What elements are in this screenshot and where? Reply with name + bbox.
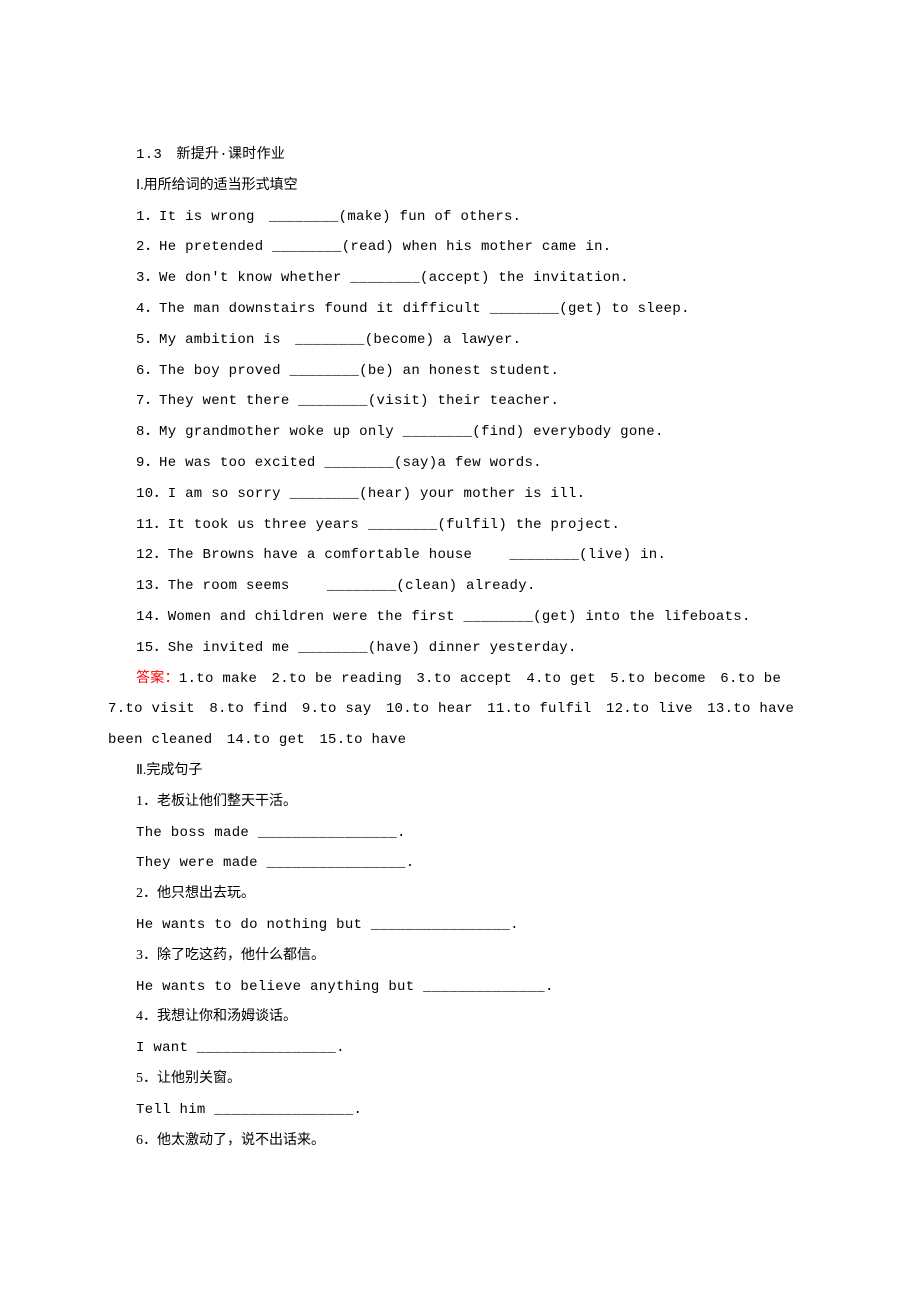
s1-q3: 3．We don't know whether ________(accept)… — [108, 263, 812, 294]
s1-q9: 9．He was too excited ________(say)a few … — [108, 448, 812, 479]
s1-q15: 15．She invited me ________(have) dinner … — [108, 633, 812, 664]
s1-q8: 8．My grandmother woke up only ________(f… — [108, 417, 812, 448]
s2-q1-zh: 1．老板让他们整天干活。 — [108, 787, 812, 818]
s2-q2-zh: 2．他只想出去玩。 — [108, 879, 812, 910]
answer-label: 答案： — [136, 671, 179, 687]
answer-text-3: been cleaned 14.to get 15.to have — [108, 725, 812, 756]
s1-q10: 10．I am so sorry ________(hear) your mot… — [108, 479, 812, 510]
s2-q3-en: He wants to believe anything but _______… — [108, 972, 812, 1003]
s1-q11: 11．It took us three years ________(fulfi… — [108, 510, 812, 541]
s1-q1: 1．It is wrong ________(make) fun of othe… — [108, 202, 812, 233]
answer-text-2: 7.to visit 8.to find 9.to say 10.to hear… — [108, 694, 812, 725]
s2-q4-zh: 4．我想让你和汤姆谈话。 — [108, 1002, 812, 1033]
s2-q6-zh: 6．他太激动了，说不出话来。 — [108, 1126, 812, 1157]
section1-title: Ⅰ.用所给词的适当形式填空 — [108, 171, 812, 202]
s2-q3-zh: 3．除了吃这药，他什么都信。 — [108, 941, 812, 972]
s1-q6: 6．The boy proved ________(be) an honest … — [108, 356, 812, 387]
section2-title: Ⅱ.完成句子 — [108, 756, 812, 787]
s1-q12: 12．The Browns have a comfortable house _… — [108, 540, 812, 571]
section1-answers: 答案：1.to make 2.to be reading 3.to accept… — [108, 664, 812, 695]
s2-q5-en: Tell him ________________. — [108, 1095, 812, 1126]
s1-q7: 7．They went there ________(visit) their … — [108, 386, 812, 417]
s2-q1-en-a: The boss made ________________. — [108, 818, 812, 849]
s1-q13: 13．The room seems ________(clean) alread… — [108, 571, 812, 602]
answer-text-1: 1.to make 2.to be reading 3.to accept 4.… — [179, 671, 781, 687]
s2-q4-en: I want ________________. — [108, 1033, 812, 1064]
s2-q1-en-b: They were made ________________. — [108, 848, 812, 879]
s1-q5: 5．My ambition is ________(become) a lawy… — [108, 325, 812, 356]
s1-q4: 4．The man downstairs found it difficult … — [108, 294, 812, 325]
s2-q2-en: He wants to do nothing but _____________… — [108, 910, 812, 941]
page-header: 1.3 新提升·课时作业 — [108, 140, 812, 171]
s1-q14: 14．Women and children were the first ___… — [108, 602, 812, 633]
s1-q2: 2．He pretended ________(read) when his m… — [108, 232, 812, 263]
s2-q5-zh: 5．让他别关窗。 — [108, 1064, 812, 1095]
